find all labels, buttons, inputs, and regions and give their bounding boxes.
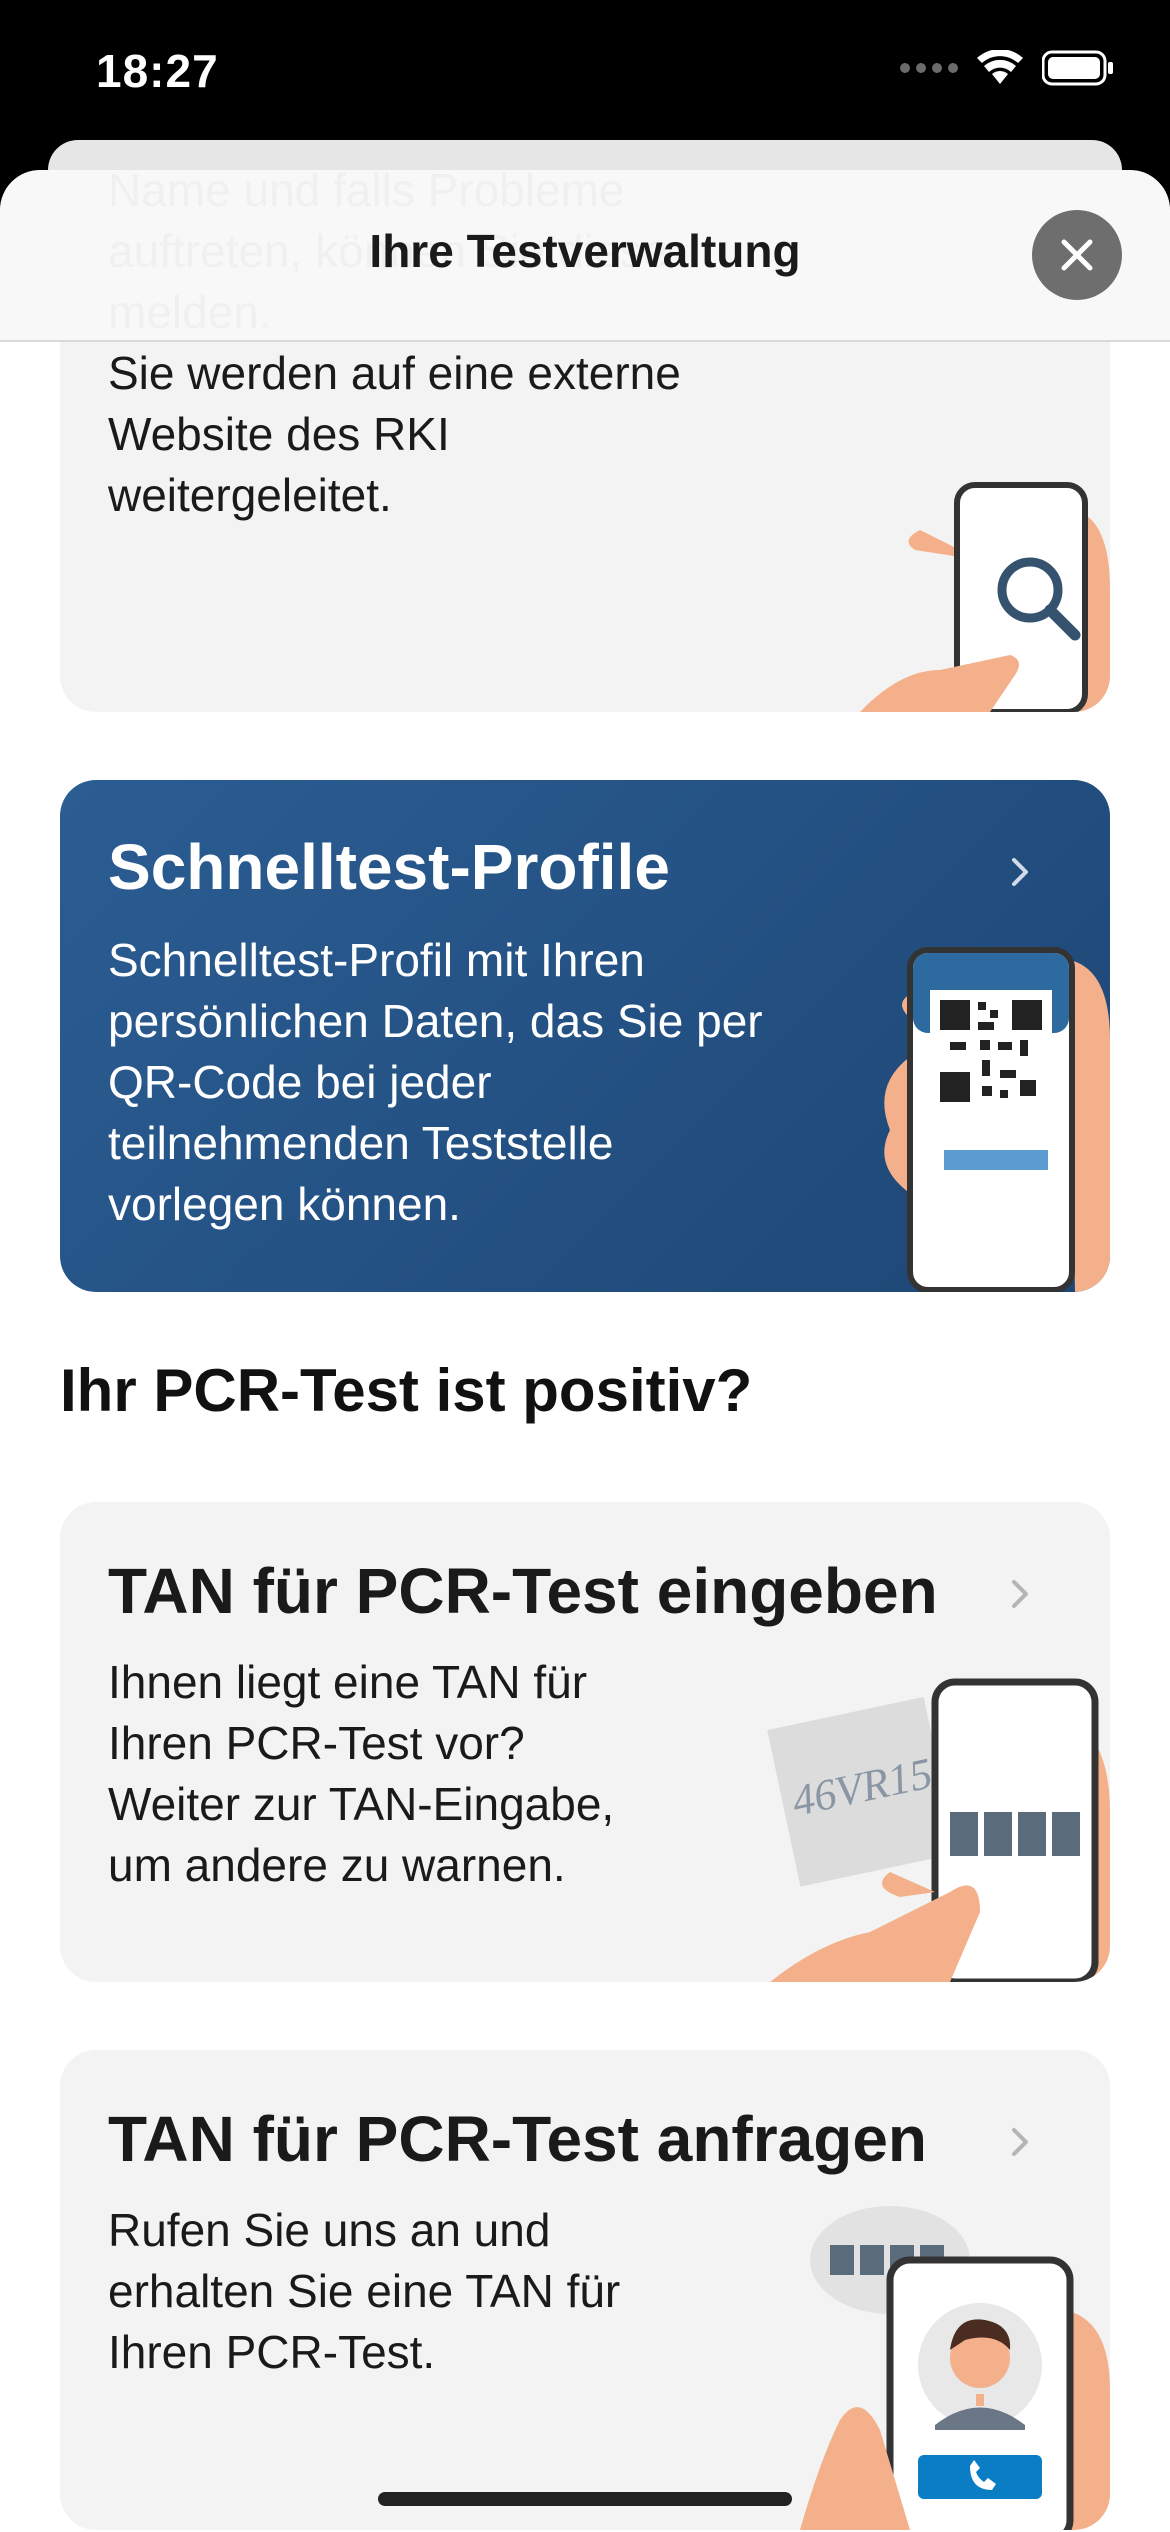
- wifi-icon: [977, 50, 1023, 84]
- chevron-right-icon: [1012, 1580, 1028, 1608]
- phone-qr-code-illustration: [884, 947, 1110, 1292]
- chevron-right-icon: [1012, 858, 1028, 886]
- section-title-pcr-positive: Ihr PCR-Test ist positiv?: [60, 1357, 753, 1424]
- phone-call-hotline-illustration: [800, 2206, 1110, 2530]
- modal-sheet: Ihre Testverwaltung Name und falls Probl…: [0, 170, 1170, 2532]
- close-icon: [1061, 239, 1093, 271]
- card-tan-enter-body: Ihnen liegt eine TAN für Ihren PCR-Test …: [108, 1656, 615, 1891]
- card-tan-request-body: Rufen Sie uns an und erhalten Sie eine T…: [108, 2204, 621, 2378]
- cellular-signal-icon: [900, 63, 958, 73]
- status-icons: [900, 50, 1114, 86]
- card-rapid-test-profile-title: Schnelltest-Profile: [108, 831, 670, 903]
- status-bar: 18:27: [0, 0, 1170, 150]
- card-tan-enter[interactable]: TAN für PCR-Test eingeben Ihnen liegt ei…: [60, 1502, 1110, 1982]
- home-indicator[interactable]: [378, 2492, 792, 2506]
- close-button[interactable]: [1032, 210, 1122, 300]
- battery-icon: [1042, 50, 1113, 86]
- phone-search-illustration: [860, 482, 1110, 712]
- card-tan-request-title: TAN für PCR-Test anfragen: [108, 2103, 927, 2175]
- card-rapid-test-profile[interactable]: Schnelltest-Profile Schnelltest-Profil m…: [60, 780, 1110, 1292]
- card-tan-request[interactable]: TAN für PCR-Test anfragen Rufen Sie uns …: [60, 2050, 1110, 2530]
- page-title: Ihre Testverwaltung: [369, 225, 801, 277]
- navigation-bar: Ihre Testverwaltung: [0, 170, 1170, 342]
- card-tan-enter-title: TAN für PCR-Test eingeben: [108, 1555, 938, 1627]
- card-rapid-test-profile-body: Schnelltest-Profil mit Ihren persönliche…: [108, 934, 763, 1230]
- phone-tan-entry-illustration: 46VR15: [767, 1678, 1110, 1982]
- status-time: 18:27: [96, 45, 219, 97]
- chevron-right-icon: [1012, 2128, 1028, 2156]
